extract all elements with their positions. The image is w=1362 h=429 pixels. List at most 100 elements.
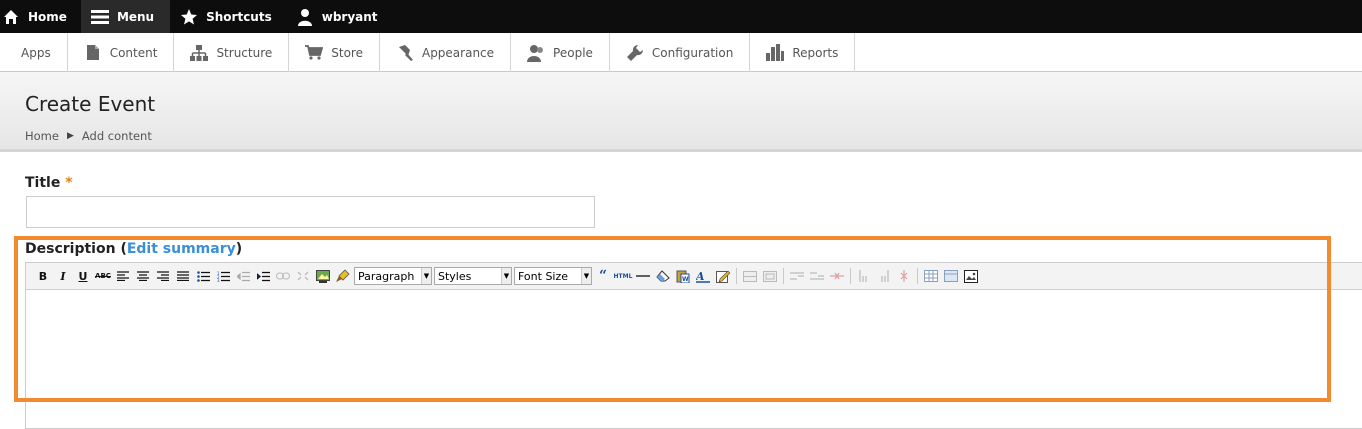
strike-label: ABC — [95, 272, 111, 280]
tray-item-content[interactable]: Content — [68, 33, 175, 72]
toolbar-home-label: Home — [28, 9, 67, 24]
page-title: Create Event — [25, 92, 156, 116]
edit-summary-link[interactable]: Edit summary — [127, 241, 236, 257]
image-icon[interactable] — [313, 266, 333, 286]
align-left-icon[interactable] — [113, 266, 133, 286]
underline-button[interactable]: U — [73, 266, 93, 286]
toolbar-user-label: wbryant — [321, 9, 378, 24]
styles-value: Styles — [438, 269, 472, 283]
paren-close: ) — [235, 241, 243, 257]
tray-item-label: Appearance — [421, 45, 495, 60]
table-icon[interactable] — [921, 266, 941, 286]
html-source-button[interactable]: HTML — [613, 266, 633, 286]
blockquote-icon[interactable]: “ — [593, 266, 613, 286]
toolbar-shortcuts-label: Shortcuts — [206, 9, 272, 24]
insert-row-after-icon[interactable] — [807, 266, 827, 286]
html-label: HTML — [613, 272, 633, 280]
description-label-text: Description — [25, 241, 116, 257]
table-cell-icon[interactable] — [760, 266, 780, 286]
tray-item-label: Structure — [216, 45, 273, 60]
italic-button[interactable]: I — [53, 266, 73, 286]
chevron-down-icon: ▼ — [581, 268, 591, 284]
star-icon — [178, 6, 200, 28]
outdent-icon[interactable] — [233, 266, 253, 286]
font-color-icon[interactable]: A — [693, 266, 713, 286]
people-icon — [527, 44, 545, 62]
insert-col-after-icon[interactable] — [874, 266, 894, 286]
title-input[interactable] — [26, 196, 595, 228]
bold-label: B — [38, 269, 48, 283]
tray-item-label: Configuration — [651, 45, 734, 60]
breadcrumb-add-content[interactable]: Add content — [82, 129, 152, 143]
toolbar-user[interactable]: wbryant — [286, 0, 392, 33]
breadcrumb-home[interactable]: Home — [25, 129, 59, 143]
tray-item-appearance[interactable]: Appearance — [380, 33, 512, 72]
bold-button[interactable]: B — [33, 266, 53, 286]
tray-item-configuration[interactable]: Configuration — [610, 33, 751, 72]
tray-item-structure[interactable]: Structure — [174, 33, 290, 72]
svg-text:A: A — [696, 270, 705, 283]
tray-item-people[interactable]: People — [511, 33, 610, 72]
indent-icon[interactable] — [253, 266, 273, 286]
styles-select[interactable]: Styles ▼ — [434, 267, 512, 285]
wrench-icon — [626, 44, 644, 62]
chevron-down-icon: ▼ — [501, 268, 511, 284]
paintbrush-icon — [396, 44, 414, 62]
hamburger-icon — [89, 6, 111, 28]
unlink-icon[interactable] — [293, 266, 313, 286]
toolbar-shortcuts[interactable]: Shortcuts — [170, 0, 286, 33]
user-icon — [294, 6, 316, 28]
font-size-select[interactable]: Font Size ▼ — [514, 267, 592, 285]
tray-item-store[interactable]: Store — [289, 33, 380, 72]
eraser-icon[interactable] — [653, 266, 673, 286]
edit-icon[interactable] — [713, 266, 733, 286]
quote-glyph: “ — [598, 268, 608, 284]
table-props-icon[interactable] — [941, 266, 961, 286]
delete-col-icon[interactable] — [894, 266, 914, 286]
required-mark: * — [65, 175, 73, 191]
toolbar-separator — [783, 268, 784, 284]
align-justify-icon[interactable] — [173, 266, 193, 286]
svg-text:3: 3 — [217, 278, 220, 282]
toolbar-separator — [917, 268, 918, 284]
page-header: Create Event Home ▶ Add content — [0, 72, 1362, 152]
italic-label: I — [60, 269, 66, 283]
cleanup-icon[interactable] — [333, 266, 353, 286]
breadcrumb: Home ▶ Add content — [25, 129, 152, 143]
cart-icon — [305, 44, 324, 62]
underline-label: U — [78, 269, 88, 283]
toolbar-home[interactable]: Home — [0, 0, 81, 33]
home-icon — [0, 6, 22, 28]
align-center-icon[interactable] — [133, 266, 153, 286]
bullet-list-icon[interactable] — [193, 266, 213, 286]
document-icon — [84, 44, 102, 62]
media-image-icon[interactable] — [961, 266, 981, 286]
numbered-list-icon[interactable]: 123 — [213, 266, 233, 286]
paragraph-format-select[interactable]: Paragraph ▼ — [354, 267, 432, 285]
tray-item-label: Reports — [792, 45, 839, 60]
paste-word-icon[interactable]: W — [673, 266, 693, 286]
table-row-icon[interactable] — [740, 266, 760, 286]
insert-row-before-icon[interactable] — [787, 266, 807, 286]
paragraph-format-value: Paragraph — [358, 269, 415, 283]
insert-col-before-icon[interactable] — [854, 266, 874, 286]
tray-item-label: Apps — [21, 45, 51, 60]
sitemap-icon — [190, 44, 209, 62]
svg-text:W: W — [682, 276, 689, 283]
toolbar-separator — [850, 268, 851, 284]
link-icon[interactable] — [273, 266, 293, 286]
toolbar-menu[interactable]: Menu — [80, 0, 171, 33]
toolbar-separator — [736, 268, 737, 284]
tray-item-label: Store — [331, 45, 363, 60]
align-right-icon[interactable] — [153, 266, 173, 286]
editor-border — [25, 402, 26, 429]
strikethrough-button[interactable]: ABC — [93, 266, 113, 286]
admin-tray: Apps Content Structure Store Appearance … — [0, 33, 1362, 72]
tray-item-apps[interactable]: Apps — [0, 33, 68, 72]
title-label-text: Title — [25, 175, 61, 191]
horizontal-rule-icon[interactable] — [633, 266, 653, 286]
title-label: Title * — [25, 175, 73, 191]
editor-content-area[interactable] — [26, 290, 1362, 400]
tray-item-reports[interactable]: Reports — [750, 33, 856, 72]
delete-row-icon[interactable] — [827, 266, 847, 286]
